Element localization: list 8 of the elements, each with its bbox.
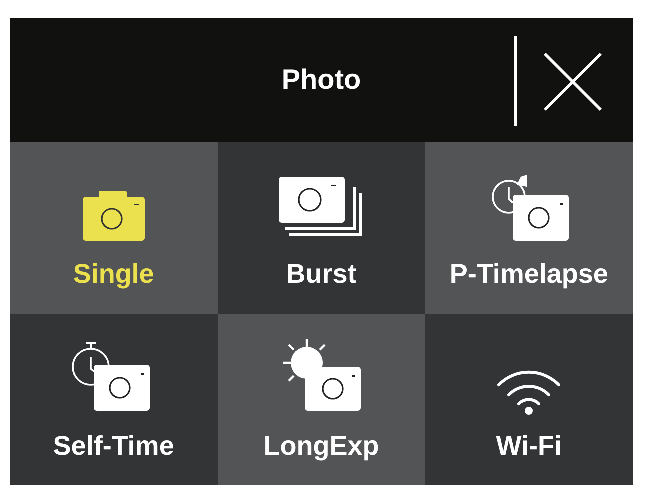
mode-tile[interactable]: P-Timelapse — [425, 142, 633, 314]
menu-title: Photo — [282, 64, 362, 96]
mode-tile[interactable]: Self-Time — [10, 314, 218, 485]
mode-tile[interactable]: Burst — [218, 142, 426, 314]
close-icon[interactable] — [513, 36, 605, 126]
mode-tile[interactable]: Single — [10, 142, 218, 314]
mode-tile[interactable]: Wi-Fi — [425, 314, 633, 485]
mode-tile[interactable]: LongExp — [218, 314, 426, 485]
